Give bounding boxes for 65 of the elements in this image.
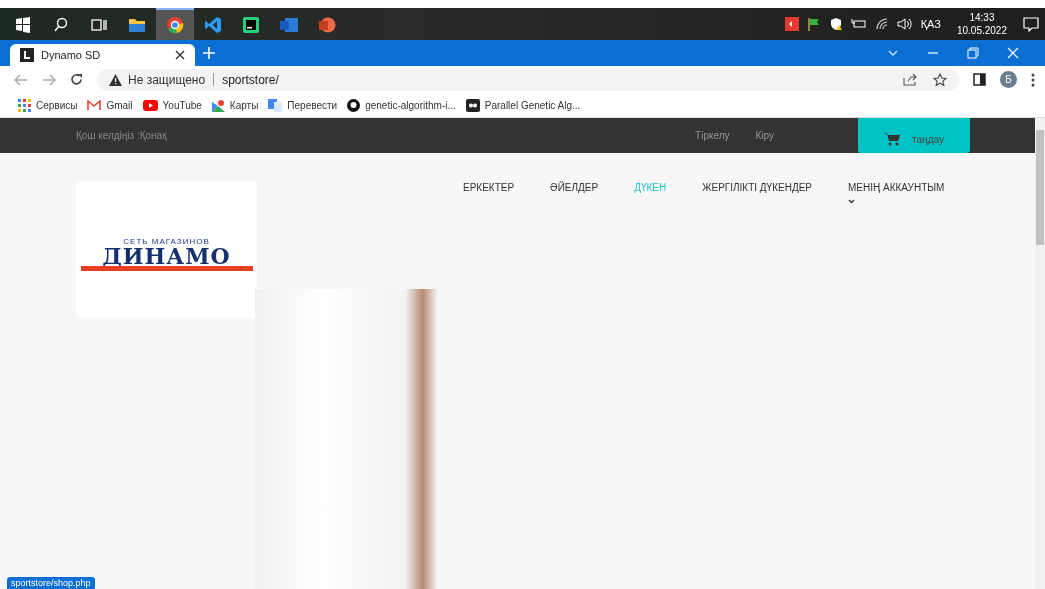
reload-icon[interactable] <box>70 73 83 86</box>
remote-app-icon[interactable] <box>784 17 799 31</box>
translate-logo-icon <box>268 98 283 112</box>
bookmark-link[interactable]: Карты <box>211 98 259 112</box>
word-logo-icon <box>279 17 299 33</box>
warning-icon <box>109 73 122 86</box>
new-tab-icon[interactable] <box>203 47 215 59</box>
task-view-icon <box>91 17 107 33</box>
keyboard-language[interactable]: ҚАЗ <box>920 18 941 30</box>
close-icon[interactable] <box>1007 47 1019 59</box>
ide-logo-icon <box>242 16 260 34</box>
cart-icon <box>884 132 901 146</box>
browser-tab[interactable]: Dynamo SD <box>10 44 195 66</box>
cart-button[interactable]: таңдау <box>858 118 970 153</box>
windows-logo-icon <box>15 17 31 33</box>
nav-link[interactable]: ЖЕРГІЛІКТІ ДҮКЕНДЕР <box>702 182 812 193</box>
site-favicon <box>20 48 34 62</box>
logo-wordmark: ДИНАМО <box>102 246 231 266</box>
apps-grid-icon <box>18 98 31 112</box>
mail-logo-icon <box>87 99 102 111</box>
side-panel-icon[interactable] <box>973 73 986 86</box>
map-logo-icon <box>211 98 225 112</box>
scrollbar[interactable] <box>1035 118 1045 589</box>
logo-card[interactable]: СЕТЬ МАГАЗИНОВ ДИНАМО <box>76 182 257 318</box>
star-icon[interactable] <box>933 72 947 87</box>
welcome-text: Қош келдіңіз :Қонақ <box>76 130 167 141</box>
logo-tagline: СЕТЬ МАГАЗИНОВ <box>123 237 210 246</box>
tab-title: Dynamo SD <box>41 49 102 61</box>
shield-warning-icon[interactable] <box>828 17 843 31</box>
browser-logo-icon <box>166 16 184 34</box>
bookmark-link[interactable]: Gmail <box>87 99 133 111</box>
code-editor-logo-icon <box>204 16 222 34</box>
account-link[interactable]: Кіру <box>755 130 774 141</box>
browser-app-button[interactable] <box>156 8 194 40</box>
address-field[interactable]: Не защищено sportstore/ <box>97 68 959 91</box>
slides-logo-icon <box>318 16 336 34</box>
profile-avatar[interactable]: Б <box>1000 71 1017 88</box>
video-logo-icon <box>142 99 158 111</box>
search-icon <box>53 17 69 33</box>
bookmark-link[interactable]: Перевести <box>268 98 338 112</box>
folder-icon <box>128 17 146 33</box>
code-host-logo-icon <box>347 98 361 112</box>
clock-time: 14:33 <box>969 11 995 24</box>
status-url: sportstore/shop.php <box>7 577 95 589</box>
nav-link[interactable]: МЕНІҢ АККАУНТЫМ <box>848 182 945 193</box>
scrollbar-thumb[interactable] <box>1036 130 1044 245</box>
volume-icon[interactable] <box>896 17 913 31</box>
nav-link[interactable]: ӘЙЕЛДЕР <box>550 182 599 193</box>
bookmark-link[interactable]: Сервисы <box>18 98 78 112</box>
bookmark-link[interactable]: genetic-algorithm-i... <box>347 98 456 112</box>
menu-icon[interactable] <box>1031 72 1035 87</box>
close-tab-icon[interactable] <box>175 50 185 60</box>
bookmark-link[interactable]: Parallel Genetic Alg... <box>465 98 581 112</box>
battery-icon[interactable] <box>850 17 867 31</box>
account-link[interactable]: Тіркелу <box>695 130 730 141</box>
bookmark-link[interactable]: YouTube <box>142 99 202 111</box>
restore-icon[interactable] <box>967 47 979 59</box>
flag-icon[interactable] <box>806 17 821 31</box>
notifications-icon[interactable] <box>1023 16 1039 32</box>
nav-link[interactable]: ЕРКЕКТЕР <box>463 182 515 193</box>
share-icon[interactable] <box>903 73 917 86</box>
wifi-icon[interactable] <box>874 17 889 31</box>
chevron-down-icon[interactable] <box>848 199 855 204</box>
clock-date: 10.05.2022 <box>956 24 1007 37</box>
bookmark-logo-icon <box>465 98 480 112</box>
